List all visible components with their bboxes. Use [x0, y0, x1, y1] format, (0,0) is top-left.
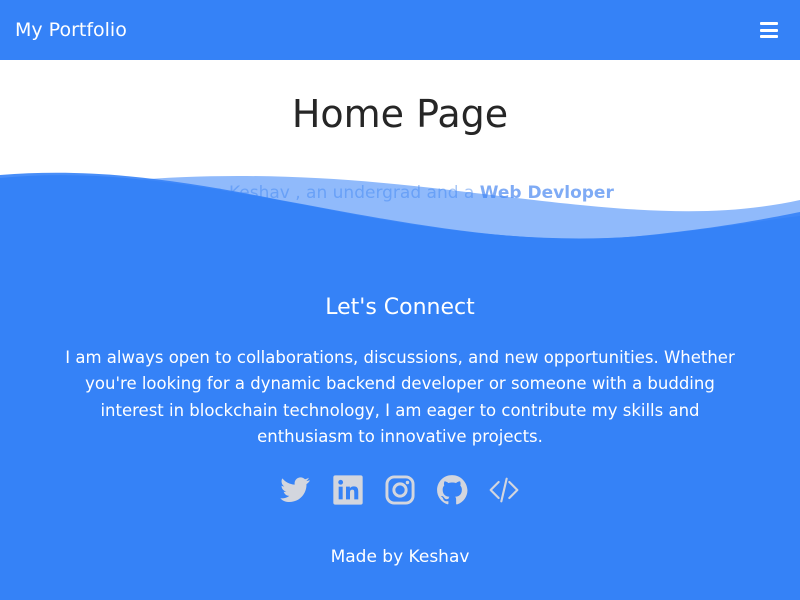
page-title: Home Page: [291, 92, 509, 136]
hamburger-menu-icon[interactable]: [760, 22, 778, 38]
navbar: My Portfolio: [0, 0, 800, 60]
code-icon[interactable]: [488, 474, 520, 506]
connect-title: Let's Connect: [325, 295, 475, 320]
footer-text: Made by Keshav: [330, 547, 470, 567]
github-icon[interactable]: [436, 474, 468, 506]
linkedin-icon[interactable]: [332, 474, 364, 506]
connect-text: I am always open to collaborations, disc…: [65, 348, 735, 446]
social-links: [279, 474, 523, 506]
twitter-icon[interactable]: [279, 474, 311, 506]
wave-divider: [0, 172, 800, 270]
instagram-icon[interactable]: [384, 474, 416, 506]
brand-link[interactable]: My Portfolio: [15, 17, 127, 43]
